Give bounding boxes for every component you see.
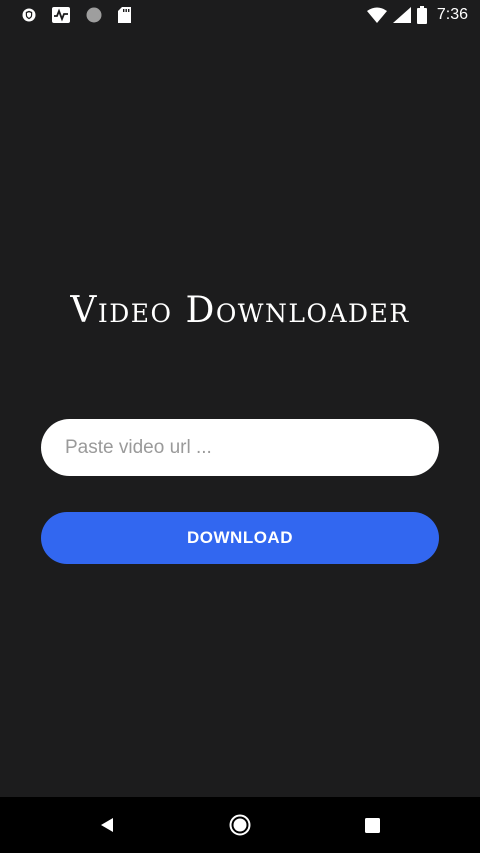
- recents-icon: [364, 817, 380, 833]
- status-time: 7:36: [436, 6, 468, 23]
- status-bar: 7:36: [0, 0, 480, 30]
- download-button[interactable]: DOWNLOAD: [41, 512, 439, 564]
- home-icon: [229, 814, 251, 836]
- app-screen: 7:36 Video Downloader DOWNLOAD: [0, 0, 480, 853]
- shield-icon: [22, 8, 36, 22]
- cell-signal-icon: [392, 7, 411, 23]
- status-left-icons: [22, 7, 147, 23]
- battery-icon: [416, 6, 427, 24]
- back-icon: [99, 817, 115, 833]
- circle-icon: [86, 7, 102, 23]
- video-url-input[interactable]: [41, 419, 439, 476]
- status-right-icons: 7:36: [361, 6, 468, 24]
- sd-card-icon: [118, 7, 131, 23]
- home-button[interactable]: [210, 797, 270, 853]
- activity-icon: [52, 7, 70, 23]
- back-button[interactable]: [77, 797, 137, 853]
- app-title: Video Downloader: [70, 290, 410, 331]
- navigation-bar: [0, 797, 480, 853]
- recents-button[interactable]: [342, 797, 402, 853]
- wifi-icon: [366, 7, 387, 23]
